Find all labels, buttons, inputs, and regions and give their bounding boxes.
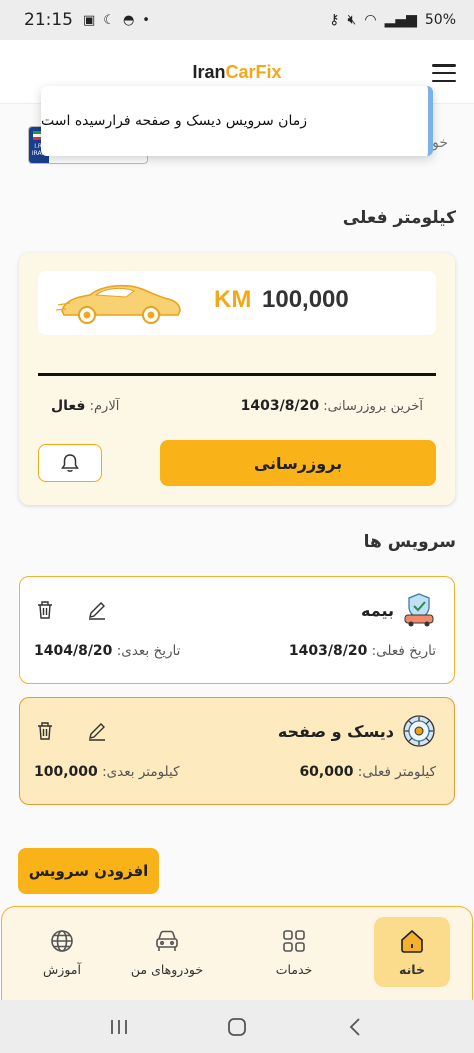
service-name: بیمه [361, 601, 394, 620]
vehicle-name-partial: خو [432, 135, 448, 151]
service-due-toast[interactable]: زمان سرویس دیسک و صفحه فرارسیده است [41, 86, 433, 156]
nav-education-label: آموزش [43, 961, 81, 977]
trash-icon[interactable] [34, 599, 56, 621]
km-unit: KM [214, 286, 252, 313]
toast-message: زمان سرویس دیسک و صفحه فرارسیده است [41, 113, 307, 129]
trash-icon[interactable] [34, 720, 56, 742]
service-actions [34, 720, 108, 742]
next-date-value: 1404/8/20 [34, 643, 113, 659]
battery-percent: 50% [424, 12, 456, 28]
system-navigation-bar [0, 1000, 474, 1053]
km-card: KM 100,000 آخرین بروزرسانی: 1403/8/20 آل… [19, 253, 455, 505]
last-update-value: 1403/8/20 [240, 398, 320, 414]
globe-icon [51, 929, 73, 952]
update-km-button[interactable]: بروزرسانی [160, 440, 436, 486]
status-time: 21:15 [24, 10, 73, 30]
services-section-title: سرویس ها [363, 532, 456, 552]
service-current-km: کیلومتر فعلی: 60,000 [299, 764, 436, 780]
service-next-date: تاریخ بعدی: 1404/8/20 [34, 643, 180, 659]
current-km-value: 60,000 [299, 764, 354, 780]
status-bar: 21:15 ▣ ☾ ◓ • ⚷ 🔇︎ ◠ ▂▄▆ 50% [0, 0, 474, 40]
logo-part-iran: Iran [192, 62, 226, 82]
status-right: ⚷ 🔇︎ ◠ ▂▄▆ 50% [329, 12, 456, 28]
home-icon [401, 929, 423, 953]
next-km-label: کیلومتر بعدی: [102, 764, 180, 780]
car-icon [156, 930, 178, 951]
service-card-clutch[interactable]: دیسک و صفحه کیلومتر فعلی: 60,000 کیلومتر… [19, 697, 455, 805]
next-km-value: 100,000 [34, 764, 98, 780]
nav-my-cars-label: خودروهای من [130, 961, 204, 977]
clutch-disc-icon [403, 715, 435, 747]
alarm-bell-button[interactable] [38, 444, 102, 482]
nav-my-cars[interactable]: خودروهای من [112, 917, 222, 987]
insurance-car-icon [404, 593, 434, 627]
sports-car-icon [56, 284, 181, 324]
service-actions [34, 599, 108, 621]
last-update-label: آخرین بروزرسانی: [323, 399, 423, 414]
edit-pencil-icon[interactable] [86, 599, 108, 621]
service-card-insurance[interactable]: بیمه تاریخ فعلی: 1403/8/20 تاریخ بعدی: 1… [19, 576, 455, 684]
app-logo: IranCarFix [0, 62, 474, 83]
moon-icon: ☾ [103, 12, 115, 28]
grid-icon [283, 929, 305, 952]
bottom-navigation: خانه خدمات خودروهای من آموزش [1, 906, 473, 1000]
status-notification-icons: ▣ ☾ ◓ • [83, 13, 150, 28]
current-date-value: 1403/8/20 [288, 643, 368, 659]
service-name: دیسک و صفحه [277, 722, 394, 741]
status-left: 21:15 ▣ ☾ ◓ • [24, 10, 150, 30]
last-update: آخرین بروزرسانی: 1403/8/20 [241, 398, 423, 414]
km-divider [38, 373, 436, 376]
nav-services[interactable]: خدمات [256, 917, 332, 987]
bell-icon [61, 454, 79, 472]
alarm-value: فعال [51, 398, 86, 414]
km-number: 100,000 [262, 286, 349, 313]
add-service-button[interactable]: افزودن سرویس [18, 848, 159, 894]
bag-icon: ◓ [122, 12, 135, 28]
alarm-status: آلارم: فعال [51, 398, 119, 414]
service-current-date: تاریخ فعلی: 1403/8/20 [289, 643, 436, 659]
nav-home-label: خانه [399, 961, 425, 977]
current-km-label: کیلومتر فعلی: [357, 764, 436, 780]
logo-part-carfix: CarFix [225, 62, 282, 82]
km-display: KM 100,000 [38, 271, 436, 335]
wifi-icon: ◠ [364, 12, 377, 28]
nav-services-label: خدمات [275, 961, 313, 977]
nav-education[interactable]: آموزش [24, 917, 100, 987]
edit-pencil-icon[interactable] [86, 720, 108, 742]
km-value: KM 100,000 [214, 286, 349, 314]
nav-home[interactable]: خانه [374, 917, 450, 987]
dot-icon: • [142, 12, 150, 28]
back-icon[interactable] [340, 1012, 370, 1042]
km-section-title: کیلومتر فعلی [342, 208, 456, 228]
home-button-icon[interactable] [222, 1012, 252, 1042]
recent-apps-icon[interactable] [104, 1012, 134, 1042]
next-date-label: تاریخ بعدی: [116, 643, 181, 659]
key-icon: ⚷ [329, 12, 340, 28]
mute-icon: 🔇︎ [347, 12, 357, 28]
service-next-km: کیلومتر بعدی: 100,000 [34, 764, 180, 780]
image-icon: ▣ [83, 12, 96, 28]
hamburger-menu-icon[interactable] [432, 64, 456, 82]
signal-icon: ▂▄▆ [384, 12, 417, 28]
alarm-label: آلارم: [89, 399, 120, 414]
current-date-label: تاریخ فعلی: [371, 643, 436, 659]
